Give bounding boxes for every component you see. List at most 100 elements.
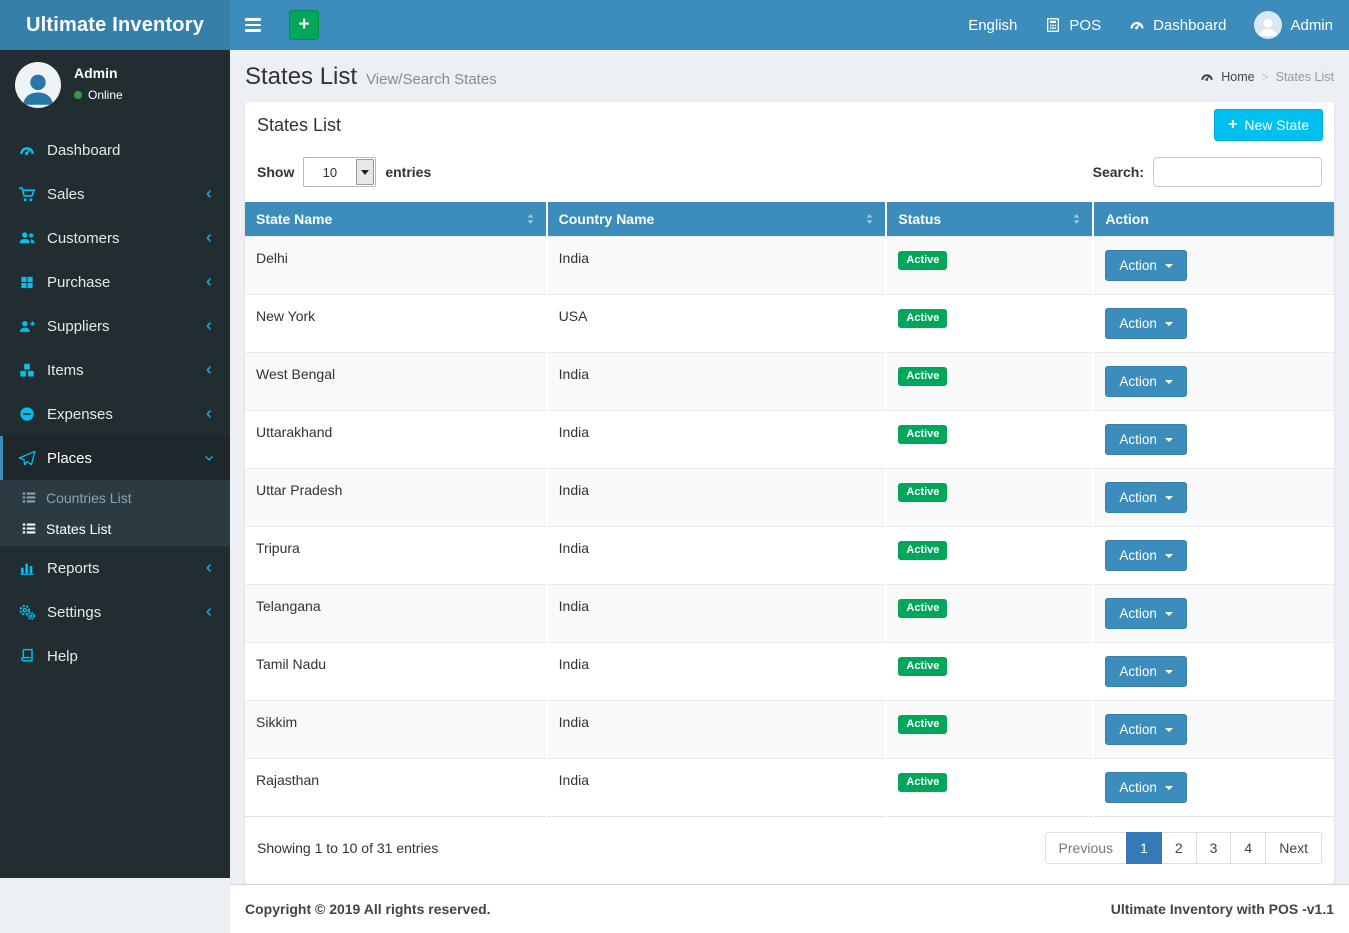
action-dropdown-button[interactable]: Action (1105, 424, 1187, 455)
sort-icon[interactable] (863, 213, 876, 226)
gauge-icon (1200, 70, 1214, 84)
online-status-label: Online (88, 88, 123, 102)
quick-add-button[interactable]: + (289, 10, 319, 40)
table-row: Sikkim India Active Action (245, 701, 1334, 759)
column-header-action: Action (1093, 202, 1334, 237)
action-dropdown-button[interactable]: Action (1105, 772, 1187, 803)
caret-down-icon (1165, 786, 1173, 790)
status-cell: Active (886, 469, 1093, 527)
sidebar-item-places[interactable]: Places (0, 436, 230, 480)
action-cell: Action (1093, 411, 1334, 469)
pagination-next-button[interactable]: Next (1265, 832, 1322, 864)
users-icon (18, 229, 36, 247)
action-dropdown-button[interactable]: Action (1105, 540, 1187, 571)
places-submenu-wrapper: Countries List States List (0, 480, 230, 546)
user-menu[interactable]: Admin (1240, 0, 1349, 50)
action-dropdown-button[interactable]: Action (1105, 250, 1187, 281)
places-submenu: Countries List States List (0, 480, 230, 546)
sort-icon[interactable] (1070, 213, 1083, 226)
user-plus-icon (18, 318, 36, 335)
show-label: Show (257, 164, 294, 180)
sidebar-item-expenses[interactable]: Expenses (0, 392, 230, 436)
status-cell: Active (886, 759, 1093, 817)
state-name-cell: Uttarakhand (245, 411, 547, 469)
caret-down-icon (1165, 438, 1173, 442)
language-menu[interactable]: English (954, 0, 1031, 50)
chevron-left-icon (203, 320, 215, 332)
status-badge: Active (898, 657, 947, 676)
state-name-cell: Uttar Pradesh (245, 469, 547, 527)
caret-down-icon (1165, 670, 1173, 674)
pos-link[interactable]: POS (1031, 0, 1115, 50)
country-name-cell: India (547, 353, 887, 411)
action-dropdown-button[interactable]: Action (1105, 656, 1187, 687)
sort-icon[interactable] (524, 213, 537, 226)
list-icon (21, 521, 37, 536)
action-cell: Action (1093, 237, 1334, 295)
status-cell: Active (886, 411, 1093, 469)
caret-down-icon (1165, 322, 1173, 326)
country-name-cell: India (547, 527, 887, 585)
pagination-page-2[interactable]: 2 (1161, 832, 1197, 864)
chevron-left-icon (203, 606, 215, 618)
table-row: Uttar Pradesh India Active Action (245, 469, 1334, 527)
pagination-previous-button[interactable]: Previous (1045, 832, 1127, 864)
sidebar-item-customers[interactable]: Customers (0, 216, 230, 260)
page-length-select[interactable]: 10 (303, 157, 376, 187)
pagination-page-4[interactable]: 4 (1230, 832, 1266, 864)
status-badge: Active (898, 309, 947, 328)
search-input[interactable] (1153, 157, 1322, 187)
dashboard-link[interactable]: Dashboard (1115, 0, 1240, 50)
sidebar-item-settings[interactable]: Settings (0, 590, 230, 634)
navbar-right-menu: English POS Dashboard Admin (954, 0, 1349, 50)
chevron-left-icon (203, 188, 215, 200)
sidebar-toggle-button[interactable] (230, 0, 276, 50)
caret-down-icon (1165, 380, 1173, 384)
pagination-page-1[interactable]: 1 (1126, 832, 1162, 864)
cubes-icon (18, 362, 36, 379)
country-name-cell: India (547, 643, 887, 701)
sidebar-item-dashboard[interactable]: Dashboard (0, 128, 230, 172)
breadcrumb-separator: > (1262, 70, 1269, 84)
breadcrumb-home[interactable]: Home (1221, 70, 1254, 84)
user-status: Online (74, 88, 123, 102)
sidebar-item-items[interactable]: Items (0, 348, 230, 392)
column-header-status[interactable]: Status (886, 202, 1093, 237)
action-cell: Action (1093, 295, 1334, 353)
sidebar-item-purchase[interactable]: Purchase (0, 260, 230, 304)
sidebar-menu: Dashboard Sales Customers Purchase Suppl… (0, 128, 230, 678)
action-cell: Action (1093, 759, 1334, 817)
sidebar-item-sales[interactable]: Sales (0, 172, 230, 216)
action-cell: Action (1093, 353, 1334, 411)
action-dropdown-button[interactable]: Action (1105, 598, 1187, 629)
cart-icon (18, 186, 36, 203)
page-length-value: 10 (304, 158, 355, 186)
brand-logo[interactable]: Ultimate Inventory (0, 0, 230, 50)
gauge-icon (18, 142, 36, 159)
sidebar-item-help[interactable]: Help (0, 634, 230, 678)
country-name-cell: India (547, 701, 887, 759)
action-dropdown-button[interactable]: Action (1105, 714, 1187, 745)
action-dropdown-button[interactable]: Action (1105, 482, 1187, 513)
state-name-cell: Telangana (245, 585, 547, 643)
column-header-state-name[interactable]: State Name (245, 202, 547, 237)
pagination-page-3[interactable]: 3 (1196, 832, 1232, 864)
table-row: Tripura India Active Action (245, 527, 1334, 585)
new-state-button[interactable]: + New State (1214, 109, 1323, 141)
column-header-country-name[interactable]: Country Name (547, 202, 887, 237)
status-cell: Active (886, 295, 1093, 353)
content-header: States List View/Search States Home > St… (230, 50, 1349, 102)
chevron-left-icon (203, 276, 215, 288)
sidebar-item-countries-list[interactable]: Countries List (0, 482, 230, 513)
action-cell: Action (1093, 469, 1334, 527)
sidebar-item-states-list[interactable]: States List (0, 513, 230, 544)
sidebar-item-reports[interactable]: Reports (0, 546, 230, 590)
action-dropdown-button[interactable]: Action (1105, 308, 1187, 339)
caret-down-icon (1165, 612, 1173, 616)
sidebar-item-suppliers[interactable]: Suppliers (0, 304, 230, 348)
user-icon (1256, 15, 1280, 39)
sidebar: Admin Online Dashboard Sales Customers P… (0, 50, 230, 878)
action-dropdown-button[interactable]: Action (1105, 366, 1187, 397)
action-cell: Action (1093, 701, 1334, 759)
online-status-dot (74, 91, 82, 99)
